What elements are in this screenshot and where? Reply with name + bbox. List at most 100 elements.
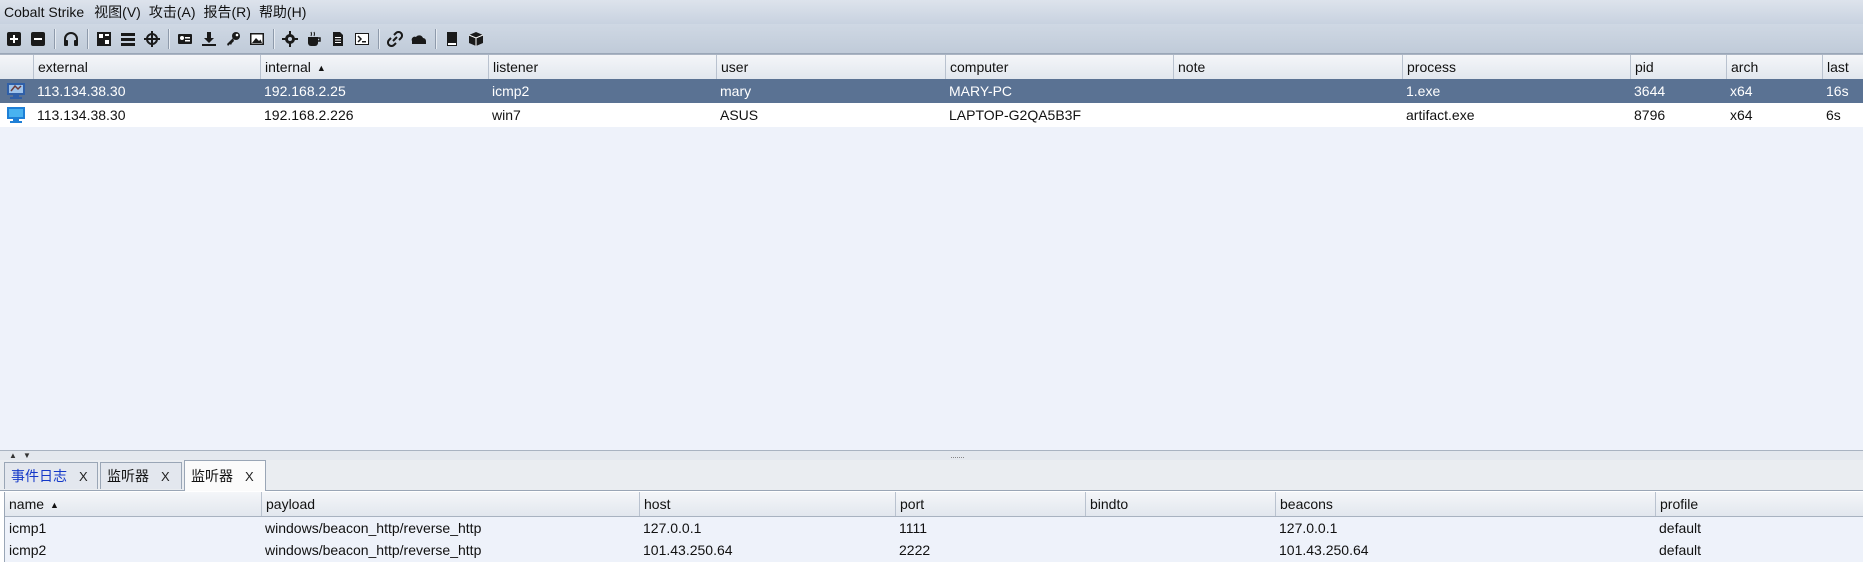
- listeners-header-row: name ▲ payload host port bindto beacons p…: [5, 492, 1863, 517]
- column-header-payload[interactable]: payload: [261, 492, 639, 516]
- toolbar-separator: [54, 28, 55, 49]
- document-icon[interactable]: [327, 28, 349, 50]
- column-header-internal-label: internal: [265, 59, 311, 75]
- tab-event-log-label: 事件日志: [11, 468, 67, 484]
- menubar: Cobalt Strike 视图(V) 攻击(A) 报告(R) 帮助(H): [0, 0, 1863, 24]
- column-header-external[interactable]: external: [33, 55, 260, 79]
- column-header-profile[interactable]: profile: [1655, 492, 1863, 516]
- column-header-user[interactable]: user: [716, 55, 945, 79]
- screenshot-icon[interactable]: [246, 28, 268, 50]
- book-icon[interactable]: [441, 28, 463, 50]
- table-row[interactable]: 113.134.38.30 192.168.2.25 icmp2 mary MA…: [0, 79, 1863, 103]
- column-header-bindto[interactable]: bindto: [1085, 492, 1275, 516]
- link-icon[interactable]: [384, 28, 406, 50]
- toolbar: [0, 24, 1863, 54]
- collapse-down-icon[interactable]: ▼: [23, 451, 31, 460]
- cell-user: ASUS: [720, 107, 759, 123]
- column-header-note[interactable]: note: [1173, 55, 1402, 79]
- cell-payload: windows/beacon_http/reverse_http: [265, 542, 482, 558]
- cell-note: [1173, 79, 1402, 103]
- plus-icon[interactable]: [3, 28, 25, 50]
- tab-bar: 事件日志 X 监听器 X 监听器 X: [0, 460, 1863, 491]
- cell-port: 2222: [899, 542, 931, 558]
- column-header-last[interactable]: last: [1822, 55, 1863, 79]
- pivot-graph-icon[interactable]: [93, 28, 115, 50]
- table-row[interactable]: icmp1 windows/beacon_http/reverse_http 1…: [5, 516, 1863, 540]
- column-header-name[interactable]: name ▲: [5, 492, 261, 516]
- cube-icon[interactable]: [465, 28, 487, 50]
- column-header-process[interactable]: process: [1402, 55, 1630, 79]
- collapse-up-icon[interactable]: ▲: [9, 451, 17, 460]
- cell-internal: 192.168.2.226: [264, 107, 354, 123]
- cell-host: 101.43.250.64: [643, 542, 733, 558]
- sort-ascending-icon: ▲: [50, 500, 59, 511]
- cell-last: 6s: [1826, 107, 1841, 123]
- column-header-internal[interactable]: internal ▲: [260, 55, 488, 79]
- column-header-listener[interactable]: listener: [488, 55, 716, 79]
- cell-pid: 3644: [1634, 83, 1666, 99]
- cell-external: 113.134.38.30: [37, 83, 126, 99]
- menu-view[interactable]: 视图(V): [90, 2, 145, 22]
- toolbar-separator: [273, 28, 274, 49]
- minus-icon[interactable]: [27, 28, 49, 50]
- menu-help[interactable]: 帮助(H): [255, 2, 310, 22]
- session-computer-icon: [0, 79, 33, 103]
- column-header-icon[interactable]: [0, 55, 33, 79]
- column-header-port[interactable]: port: [895, 492, 1085, 516]
- cell-user: mary: [720, 83, 752, 99]
- tab-listeners-1[interactable]: 监听器 X: [100, 462, 182, 489]
- cell-internal: 192.168.2.25: [264, 83, 346, 99]
- cell-profile: default: [1659, 520, 1702, 536]
- cell-arch: x64: [1730, 83, 1753, 99]
- cell-beacons: 127.0.0.1: [1279, 520, 1338, 536]
- sessions-table: external internal ▲ listener user compute…: [0, 54, 1863, 451]
- cell-note: [1173, 103, 1402, 127]
- toolbar-separator: [87, 28, 88, 49]
- cell-listener: icmp2: [492, 83, 530, 99]
- cell-payload: windows/beacon_http/reverse_http: [265, 520, 482, 536]
- cell-bindto: [1085, 516, 1275, 540]
- gear-icon[interactable]: [279, 28, 301, 50]
- cell-beacons: 101.43.250.64: [1279, 542, 1369, 558]
- tab-listeners-2-label: 监听器: [191, 468, 233, 484]
- tab-event-log-close-icon[interactable]: X: [79, 469, 88, 484]
- key-icon[interactable]: [222, 28, 244, 50]
- tab-event-log[interactable]: 事件日志 X: [4, 462, 98, 489]
- session-computer-icon: [0, 103, 33, 127]
- terminal-icon[interactable]: [351, 28, 373, 50]
- sessions-header-row: external internal ▲ listener user compute…: [0, 55, 1863, 80]
- toolbar-separator: [168, 28, 169, 49]
- column-header-pid[interactable]: pid: [1630, 55, 1726, 79]
- sort-ascending-icon: ▲: [316, 63, 326, 74]
- table-row[interactable]: icmp2 windows/beacon_http/reverse_http 1…: [5, 538, 1863, 562]
- table-row[interactable]: 113.134.38.30 192.168.2.226 win7 ASUS LA…: [0, 103, 1863, 127]
- tab-listeners-2-close-icon[interactable]: X: [245, 469, 254, 484]
- column-header-beacons[interactable]: beacons: [1275, 492, 1655, 516]
- app-title: Cobalt Strike: [4, 4, 85, 20]
- cell-port: 1111: [899, 520, 928, 536]
- cell-pid: 8796: [1634, 107, 1666, 123]
- column-header-computer[interactable]: computer: [945, 55, 1173, 79]
- session-list-icon[interactable]: [117, 28, 139, 50]
- cell-arch: x64: [1730, 107, 1753, 123]
- cell-name: icmp2: [9, 542, 47, 558]
- cell-host: 127.0.0.1: [643, 520, 702, 536]
- cloud-icon[interactable]: [408, 28, 430, 50]
- credentials-icon[interactable]: [174, 28, 196, 50]
- target-crosshair-icon[interactable]: [141, 28, 163, 50]
- cell-process: 1.exe: [1406, 83, 1441, 99]
- headphones-icon[interactable]: [60, 28, 82, 50]
- tab-listeners-2[interactable]: 监听器 X: [184, 460, 266, 491]
- cell-external: 113.134.38.30: [37, 107, 126, 123]
- menu-reports[interactable]: 报告(R): [200, 2, 255, 22]
- menu-attack[interactable]: 攻击(A): [145, 2, 200, 22]
- column-header-host[interactable]: host: [639, 492, 895, 516]
- toolbar-separator: [378, 28, 379, 49]
- download-icon[interactable]: [198, 28, 220, 50]
- cell-last: 16s: [1826, 83, 1849, 99]
- tab-listeners-1-label: 监听器: [107, 468, 149, 484]
- coffee-icon[interactable]: [303, 28, 325, 50]
- tab-listeners-1-close-icon[interactable]: X: [161, 469, 170, 484]
- column-header-arch[interactable]: arch: [1726, 55, 1822, 79]
- column-header-name-label: name: [9, 496, 45, 512]
